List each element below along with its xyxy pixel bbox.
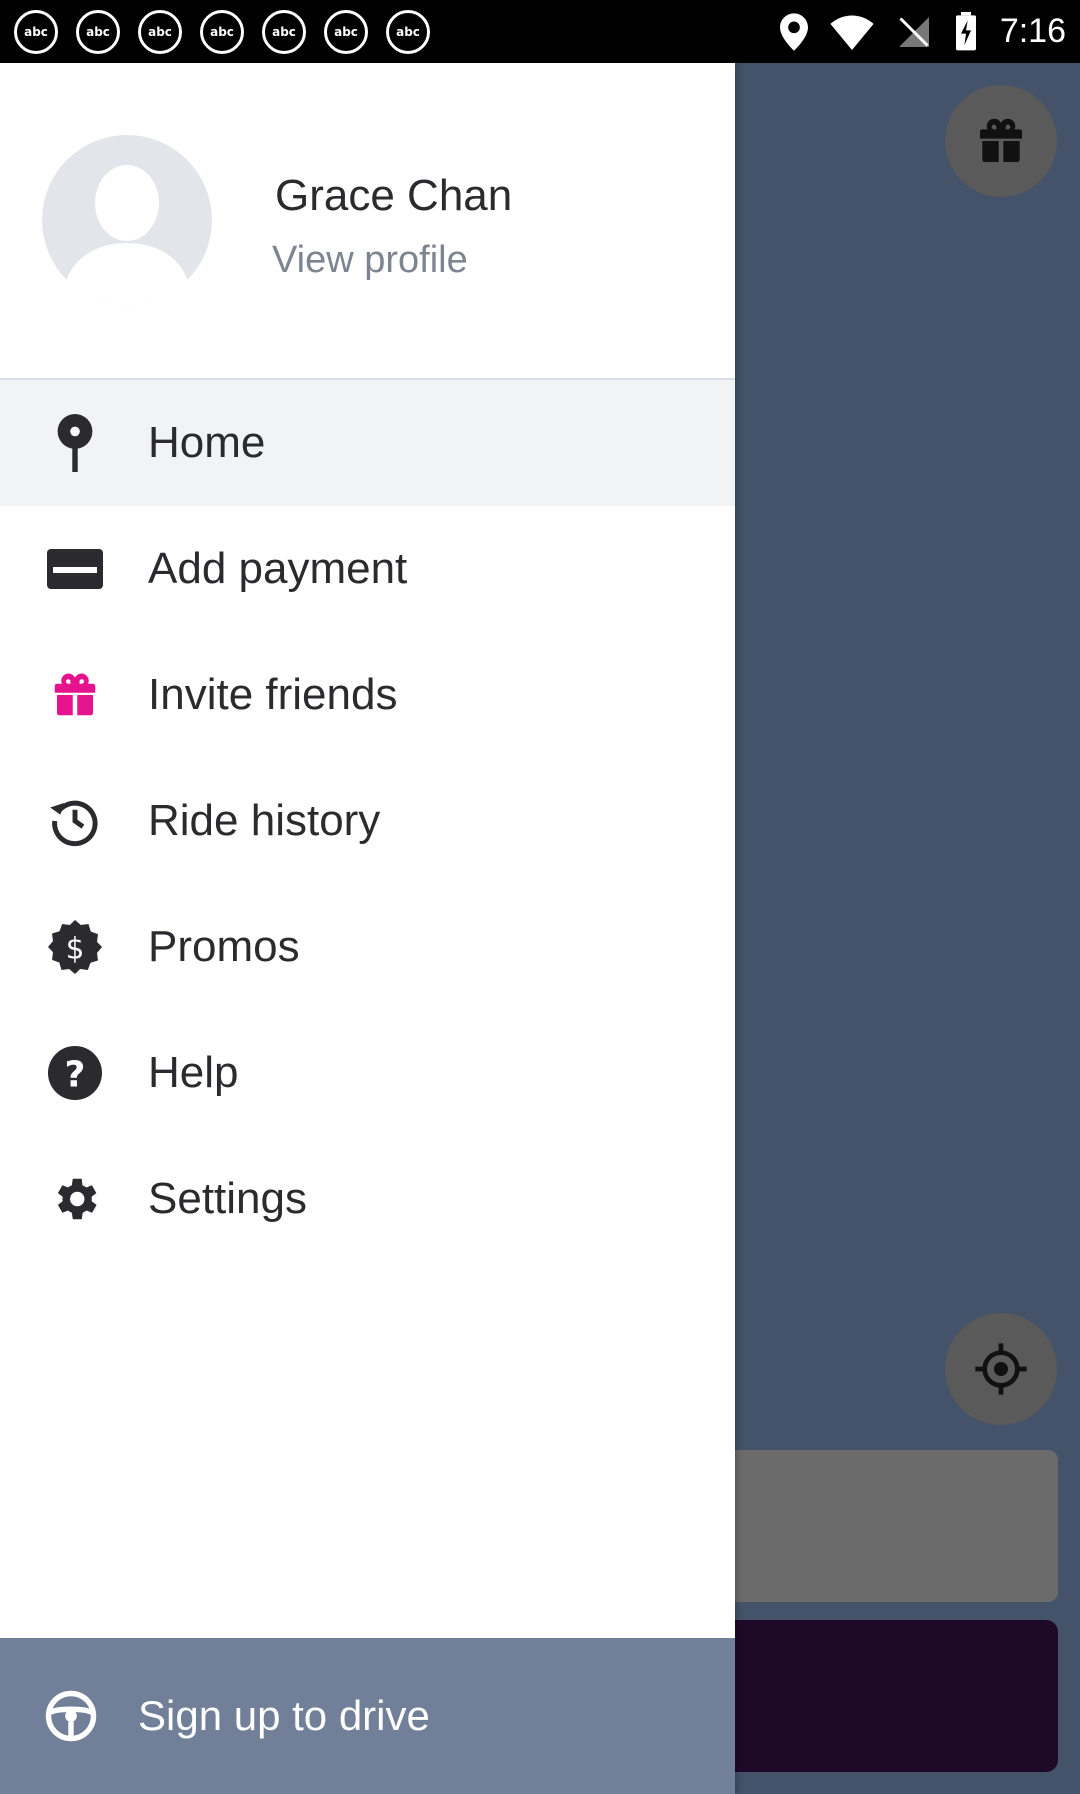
crosshair-icon: [975, 1343, 1027, 1395]
navigation-drawer: Grace Chan View profile Home Add payment…: [0, 63, 735, 1794]
menu-item-promos[interactable]: $ Promos: [0, 884, 735, 1010]
settings-gear-icon: [46, 1170, 104, 1228]
svg-text:$: $: [66, 931, 85, 965]
drawer-menu: Home Add payment Invite friends Ride his…: [0, 380, 735, 1262]
steering-wheel-icon: [42, 1687, 100, 1745]
svg-text:?: ?: [65, 1055, 86, 1096]
menu-item-ride-history[interactable]: Ride history: [0, 758, 735, 884]
abc-notification-icon: abc: [386, 9, 430, 54]
menu-item-add-payment[interactable]: Add payment: [0, 506, 735, 632]
menu-item-invite-friends[interactable]: Invite friends: [0, 632, 735, 758]
location-icon: [779, 12, 808, 51]
profile-header: Grace Chan View profile: [0, 63, 735, 378]
battery-charging-icon: [954, 11, 978, 52]
home-pin-icon: [46, 414, 104, 472]
background-card: [700, 1450, 1058, 1602]
status-bar: abc abc abc abc abc abc abc 7:16: [0, 0, 1080, 63]
clock: 7:16: [999, 12, 1066, 50]
help-question-icon: ?: [46, 1044, 104, 1102]
menu-item-label: Promos: [148, 922, 300, 971]
credit-card-icon: [46, 540, 104, 598]
gift-icon: [980, 118, 1022, 162]
menu-item-settings[interactable]: Settings: [0, 1136, 735, 1262]
gift-button[interactable]: [945, 85, 1057, 197]
abc-notification-icon: abc: [200, 9, 244, 54]
abc-notification-icon: abc: [262, 9, 306, 54]
menu-item-label: Help: [148, 1048, 239, 1097]
background-action-panel: [700, 1620, 1058, 1772]
menu-item-home[interactable]: Home: [0, 380, 735, 506]
abc-notification-icon: abc: [138, 9, 182, 54]
abc-notification-icon: abc: [324, 9, 368, 54]
menu-item-label: Settings: [148, 1174, 307, 1223]
avatar[interactable]: [42, 135, 212, 305]
user-silhouette-icon: [62, 165, 192, 305]
abc-notification-icon: abc: [14, 9, 58, 54]
no-signal-icon: [896, 14, 932, 50]
profile-name: Grace Chan: [275, 171, 513, 220]
history-clock-icon: [46, 792, 104, 850]
view-profile-link[interactable]: View profile: [272, 239, 468, 282]
menu-item-label: Add payment: [148, 544, 408, 593]
menu-item-help[interactable]: ? Help: [0, 1010, 735, 1136]
my-location-button[interactable]: [945, 1313, 1057, 1425]
sign-up-to-drive-label: Sign up to drive: [138, 1692, 430, 1739]
abc-notification-icon: abc: [76, 9, 120, 54]
menu-item-label: Invite friends: [148, 670, 398, 719]
sign-up-to-drive-button[interactable]: Sign up to drive: [0, 1638, 735, 1794]
wifi-icon: [830, 14, 874, 50]
notification-icons: abc abc abc abc abc abc abc: [14, 9, 430, 54]
menu-item-label: Home: [148, 418, 266, 467]
gift-icon: [46, 666, 104, 724]
menu-item-label: Ride history: [148, 796, 381, 845]
dollar-badge-icon: $: [46, 918, 104, 976]
